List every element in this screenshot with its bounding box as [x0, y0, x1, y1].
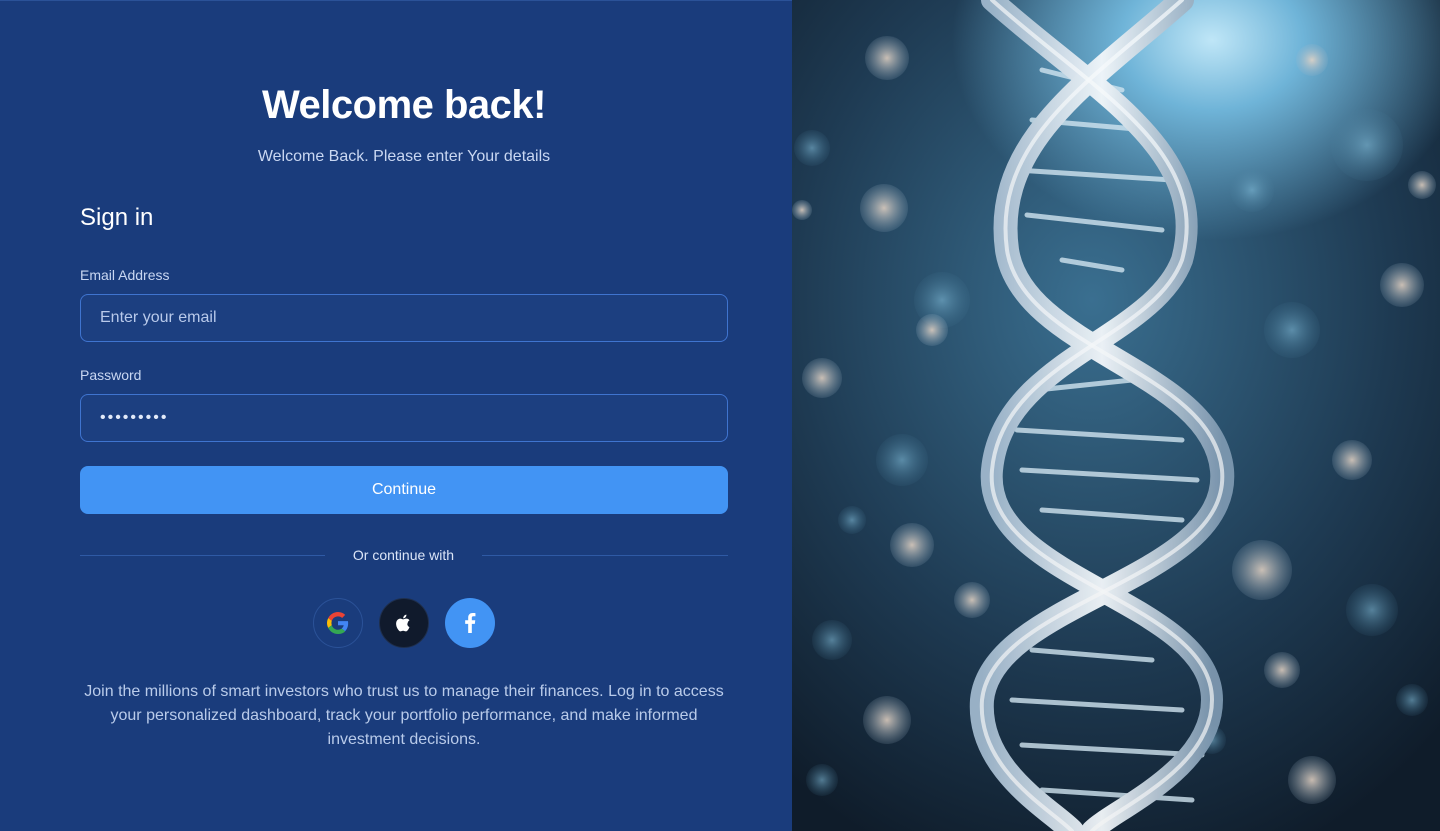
continue-button[interactable]: Continue [80, 466, 728, 514]
login-panel: Welcome back! Welcome Back. Please enter… [0, 0, 792, 831]
divider-left [80, 555, 325, 556]
hero-image [792, 0, 1440, 831]
bokeh-background [792, 36, 1436, 804]
signin-heading: Sign in [80, 204, 154, 231]
page-title: Welcome back! [262, 83, 547, 127]
divider-right [482, 555, 728, 556]
password-field[interactable] [80, 394, 728, 442]
divider-text: Or continue with [352, 547, 455, 563]
dna-helix [969, 0, 1235, 831]
email-field[interactable] [80, 294, 728, 342]
email-label: Email Address [80, 267, 170, 283]
footer-text: Join the millions of smart investors who… [84, 683, 724, 748]
apple-icon [396, 614, 410, 632]
dna-helix-image [792, 0, 1436, 831]
facebook-icon [465, 613, 476, 633]
password-label: Password [80, 367, 142, 383]
google-login-button[interactable] [313, 598, 363, 648]
google-icon [327, 612, 349, 634]
apple-login-button[interactable] [379, 598, 429, 648]
facebook-login-button[interactable] [445, 598, 495, 648]
page-subtitle: Welcome Back. Please enter Your details [257, 148, 551, 165]
